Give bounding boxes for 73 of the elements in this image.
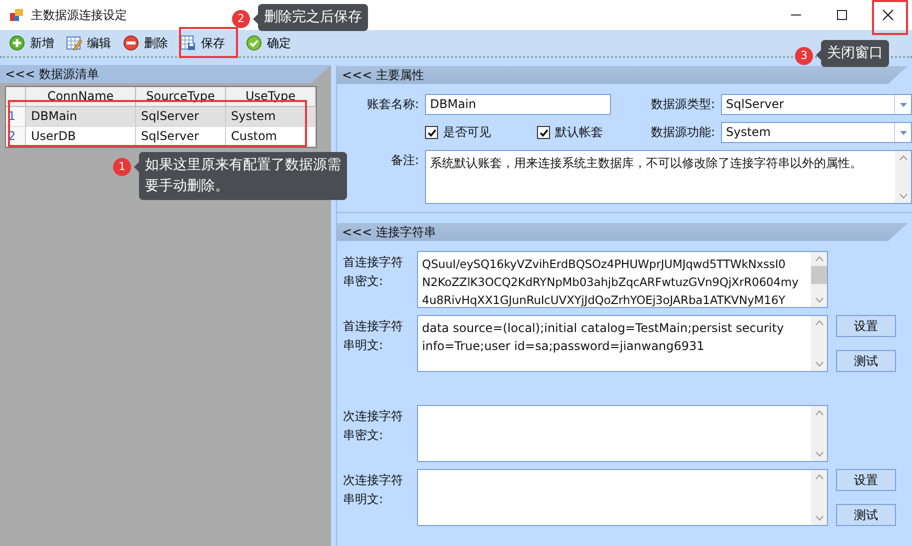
text-field[interactable]: DBMain [425, 94, 611, 115]
field-label: 次连接字符串明文: [343, 472, 404, 508]
column-header[interactable]: UseType [226, 87, 316, 107]
checkbox-label: 是否可见 [443, 124, 491, 141]
save-button[interactable]: 保存 [175, 32, 230, 54]
callout-pointer [134, 162, 139, 172]
button[interactable]: 设置 [836, 469, 896, 491]
button[interactable]: 测试 [836, 504, 896, 526]
column-header[interactable]: ConnName [26, 87, 136, 107]
table-cell[interactable]: System [226, 107, 316, 127]
delete-button[interactable]: 删除 [118, 32, 173, 54]
field-label: 账套名称: [366, 96, 419, 113]
maximize-icon [836, 9, 848, 21]
dropdown-arrow-icon [900, 130, 906, 134]
callout-tooltip: 删除完之后保存 [258, 4, 368, 31]
table-cell[interactable]: SqlServer [136, 107, 226, 127]
table-disk-icon [180, 35, 196, 51]
dropdown-arrow-icon [900, 102, 906, 106]
text-area[interactable]: data source=(local);initial catalog=TestMain;persist security info=True;user id=sa;password=jianwang6931 [417, 315, 828, 372]
scroll-up-icon [814, 256, 824, 262]
scrollbar[interactable] [811, 470, 827, 525]
scroll-up-icon [814, 320, 824, 326]
edit-button[interactable]: 编辑 [61, 32, 116, 54]
highlight-frame [872, 0, 908, 35]
checkbox[interactable] [537, 126, 550, 139]
callout-tooltip: 关闭窗口 [821, 40, 889, 67]
plus-icon [9, 35, 25, 51]
scrollbar[interactable] [811, 406, 827, 461]
button[interactable]: 测试 [836, 350, 896, 372]
check-icon [246, 35, 262, 51]
field-label: 数据源类型: [650, 96, 715, 113]
scroll-down-icon [898, 193, 908, 199]
minus-icon [123, 35, 139, 51]
field-label: 数据源功能: [650, 124, 715, 141]
close-icon [882, 9, 894, 21]
scroll-up-icon [814, 474, 824, 480]
text-area[interactable]: 系统默认账套，用来连接系统主数据库，不可以修改除了连接字符串以外的属性。 [425, 150, 912, 204]
scrollbar[interactable] [811, 252, 827, 307]
table-cell[interactable]: DBMain [26, 107, 136, 127]
callout-pointer [816, 50, 821, 60]
text-area[interactable]: QSuuI/eySQ16kyVZvihErdBQSOz4PHUWprJUMJqwd5TTWkNxssI0 N2KoZZlK3OCQ2KdRYNpMb03ahjbZqcARFwtuzGVn9QjXrR0604my 4u8RivHqXX1GJunRuIcUVXYjJdQoZrhYOEj3oJARba1ATKVNyM16Y [417, 251, 828, 308]
field-label: 首连接字符串明文: [343, 318, 404, 354]
text-area[interactable] [417, 469, 828, 526]
scrollbar[interactable] [895, 151, 911, 203]
field-label: 备注: [390, 152, 419, 169]
field-label: 次连接字符串密文: [343, 408, 404, 444]
text-area[interactable] [417, 405, 828, 462]
dropdown[interactable]: System [721, 122, 912, 143]
add-button[interactable]: 新增 [4, 32, 59, 54]
scroll-down-icon [814, 515, 824, 521]
panel-header: <<< 连接字符串 [337, 223, 908, 241]
scroll-down-icon [814, 451, 824, 457]
field-label: 首连接字符串密文: [343, 254, 404, 290]
scroll-up-icon [898, 155, 908, 161]
table-pencil-icon [66, 35, 82, 51]
checkbox[interactable] [425, 126, 438, 139]
highlight-frame [179, 27, 238, 58]
window-title: 主数据源连接设定 [31, 6, 127, 24]
panel-header: <<< 主要属性 [337, 66, 908, 84]
scroll-down-icon [814, 297, 824, 303]
column-header[interactable]: SourceType [136, 87, 226, 107]
button[interactable]: 设置 [836, 315, 896, 337]
confirm-button[interactable]: 确定 [241, 32, 296, 54]
scroll-down-icon [814, 361, 824, 367]
scroll-up-icon [814, 410, 824, 416]
scrollbar[interactable] [811, 316, 827, 371]
dropdown[interactable]: SqlServer [721, 94, 912, 115]
callout-pointer [253, 14, 258, 24]
checkbox-label: 默认帐套 [555, 124, 603, 141]
callout-tooltip: 如果这里原来有配置了数据源需要手动删除。 [139, 152, 347, 200]
app-icon [9, 7, 25, 23]
number-badge: 3 [795, 47, 813, 65]
panel-header: <<< 数据源清单 [0, 65, 331, 83]
